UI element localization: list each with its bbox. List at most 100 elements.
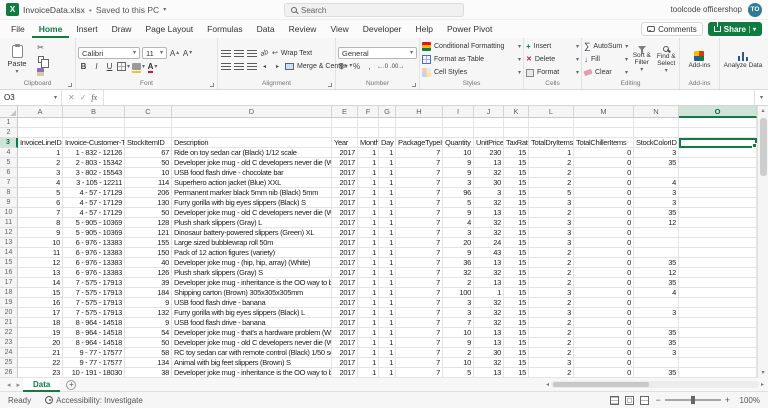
cell-G23[interactable]: 1 <box>379 338 396 348</box>
name-box-dropdown-icon[interactable]: ▾ <box>54 95 57 101</box>
row-header-8[interactable]: 8 <box>0 188 18 198</box>
cell-J20[interactable]: 32 <box>474 308 504 318</box>
cell-E1[interactable] <box>332 118 358 128</box>
cell-C9[interactable]: 130 <box>125 198 172 208</box>
cell-C7[interactable]: 114 <box>125 178 172 188</box>
cell-C8[interactable]: 206 <box>125 188 172 198</box>
cell-E17[interactable]: 2017 <box>332 278 358 288</box>
horizontal-scrollbar[interactable]: ◂ ▸ <box>546 380 764 389</box>
cell-J11[interactable]: 32 <box>474 218 504 228</box>
italic-button[interactable]: I <box>91 61 102 72</box>
cell-D24[interactable]: RC toy sedan car with remote control (Bl… <box>172 348 332 358</box>
cell-K23[interactable]: 15 <box>504 338 529 348</box>
ribbon-tab-insert[interactable]: Insert <box>69 20 104 38</box>
cell-M24[interactable]: 0 <box>574 348 634 358</box>
number-format-select[interactable]: General▾ <box>338 47 417 59</box>
ribbon-tab-developer[interactable]: Developer <box>356 20 409 38</box>
cell-A15[interactable]: 12 <box>18 258 63 268</box>
cell-D3[interactable]: Description <box>172 138 332 148</box>
cell-H12[interactable]: 7 <box>396 228 443 238</box>
cell-N12[interactable] <box>634 228 679 238</box>
analyze-data-button[interactable]: Analyze Data <box>723 51 764 69</box>
cell-L17[interactable]: 2 <box>529 278 574 288</box>
normal-view-button[interactable] <box>610 396 619 405</box>
cell-I25[interactable]: 10 <box>443 358 474 368</box>
cell-B7[interactable]: 3 - 105 - 12211 <box>63 178 125 188</box>
cell-L2[interactable] <box>529 128 574 138</box>
cell-D21[interactable]: USB food flash drive - banana <box>172 318 332 328</box>
cell-C19[interactable]: 9 <box>125 298 172 308</box>
ribbon-tab-help[interactable]: Help <box>408 20 439 38</box>
cell-I11[interactable]: 4 <box>443 218 474 228</box>
zoom-level[interactable]: 100% <box>736 396 760 405</box>
cell-N20[interactable]: 3 <box>634 308 679 318</box>
cell-A18[interactable]: 15 <box>18 288 63 298</box>
cell-J13[interactable]: 24 <box>474 238 504 248</box>
cell-A6[interactable]: 3 <box>18 168 63 178</box>
borders-button[interactable]: ▾ <box>117 61 130 72</box>
cell-E12[interactable]: 2017 <box>332 228 358 238</box>
cell-L1[interactable] <box>529 118 574 128</box>
cell-F16[interactable]: 1 <box>358 268 379 278</box>
cell-A2[interactable] <box>18 128 63 138</box>
cell-K13[interactable]: 15 <box>504 238 529 248</box>
cell-N21[interactable] <box>634 318 679 328</box>
cell-I3[interactable]: Quantity <box>443 138 474 148</box>
ribbon-tab-draw[interactable]: Draw <box>105 20 139 38</box>
cell-M22[interactable]: 0 <box>574 328 634 338</box>
cell-F15[interactable]: 1 <box>358 258 379 268</box>
cell-G25[interactable]: 1 <box>379 358 396 368</box>
cell-A8[interactable]: 5 <box>18 188 63 198</box>
cell-B13[interactable]: 6 - 976 - 13383 <box>63 238 125 248</box>
cell-C12[interactable]: 121 <box>125 228 172 238</box>
cell-D10[interactable]: Developer joke mug - old C developers ne… <box>172 208 332 218</box>
cell-E13[interactable]: 2017 <box>332 238 358 248</box>
column-header-J[interactable]: J <box>474 106 504 118</box>
cell-H14[interactable]: 7 <box>396 248 443 258</box>
cell-E15[interactable]: 2017 <box>332 258 358 268</box>
cell-D12[interactable]: Dinosaur battery-powered slippers (Green… <box>172 228 332 238</box>
increase-indent-button[interactable]: ▸ <box>272 61 283 72</box>
cell-E20[interactable]: 2017 <box>332 308 358 318</box>
cell-O3[interactable] <box>679 138 757 148</box>
cell-B24[interactable]: 9 - 77 - 17577 <box>63 348 125 358</box>
cell-B16[interactable]: 6 - 976 - 13383 <box>63 268 125 278</box>
cell-M20[interactable]: 0 <box>574 308 634 318</box>
cell-M23[interactable]: 0 <box>574 338 634 348</box>
cell-L8[interactable]: 5 <box>529 188 574 198</box>
cell-B23[interactable]: 8 - 964 - 14518 <box>63 338 125 348</box>
cell-L11[interactable]: 3 <box>529 218 574 228</box>
cell-H3[interactable]: PackageTypeID <box>396 138 443 148</box>
cell-F23[interactable]: 1 <box>358 338 379 348</box>
row-header-2[interactable]: 2 <box>0 128 18 138</box>
cell-K16[interactable]: 15 <box>504 268 529 278</box>
cell-A26[interactable]: 23 <box>18 368 63 378</box>
cell-B6[interactable]: 3 - 802 - 15543 <box>63 168 125 178</box>
cell-O23[interactable] <box>679 338 757 348</box>
cell-M16[interactable]: 0 <box>574 268 634 278</box>
cell-E24[interactable]: 2017 <box>332 348 358 358</box>
cell-E23[interactable]: 2017 <box>332 338 358 348</box>
cell-M14[interactable]: 0 <box>574 248 634 258</box>
cell-M18[interactable]: 0 <box>574 288 634 298</box>
column-header-M[interactable]: M <box>574 106 634 118</box>
cell-C11[interactable]: 128 <box>125 218 172 228</box>
cell-N16[interactable]: 12 <box>634 268 679 278</box>
cell-N14[interactable] <box>634 248 679 258</box>
cell-M2[interactable] <box>574 128 634 138</box>
cell-E21[interactable]: 2017 <box>332 318 358 328</box>
cell-C5[interactable]: 50 <box>125 158 172 168</box>
user-name[interactable]: toolcode officershop <box>671 5 742 14</box>
cell-I20[interactable]: 3 <box>443 308 474 318</box>
cell-M19[interactable]: 0 <box>574 298 634 308</box>
clipboard-dialog-launcher-icon[interactable] <box>68 83 72 87</box>
cell-B4[interactable]: 1 - 832 - 12126 <box>63 148 125 158</box>
cell-N1[interactable] <box>634 118 679 128</box>
cell-K4[interactable]: 15 <box>504 148 529 158</box>
cell-L7[interactable]: 2 <box>529 178 574 188</box>
cell-L22[interactable]: 2 <box>529 328 574 338</box>
column-header-F[interactable]: F <box>358 106 379 118</box>
cell-E7[interactable]: 2017 <box>332 178 358 188</box>
zoom-slider-thumb[interactable] <box>691 396 695 404</box>
column-header-K[interactable]: K <box>504 106 529 118</box>
